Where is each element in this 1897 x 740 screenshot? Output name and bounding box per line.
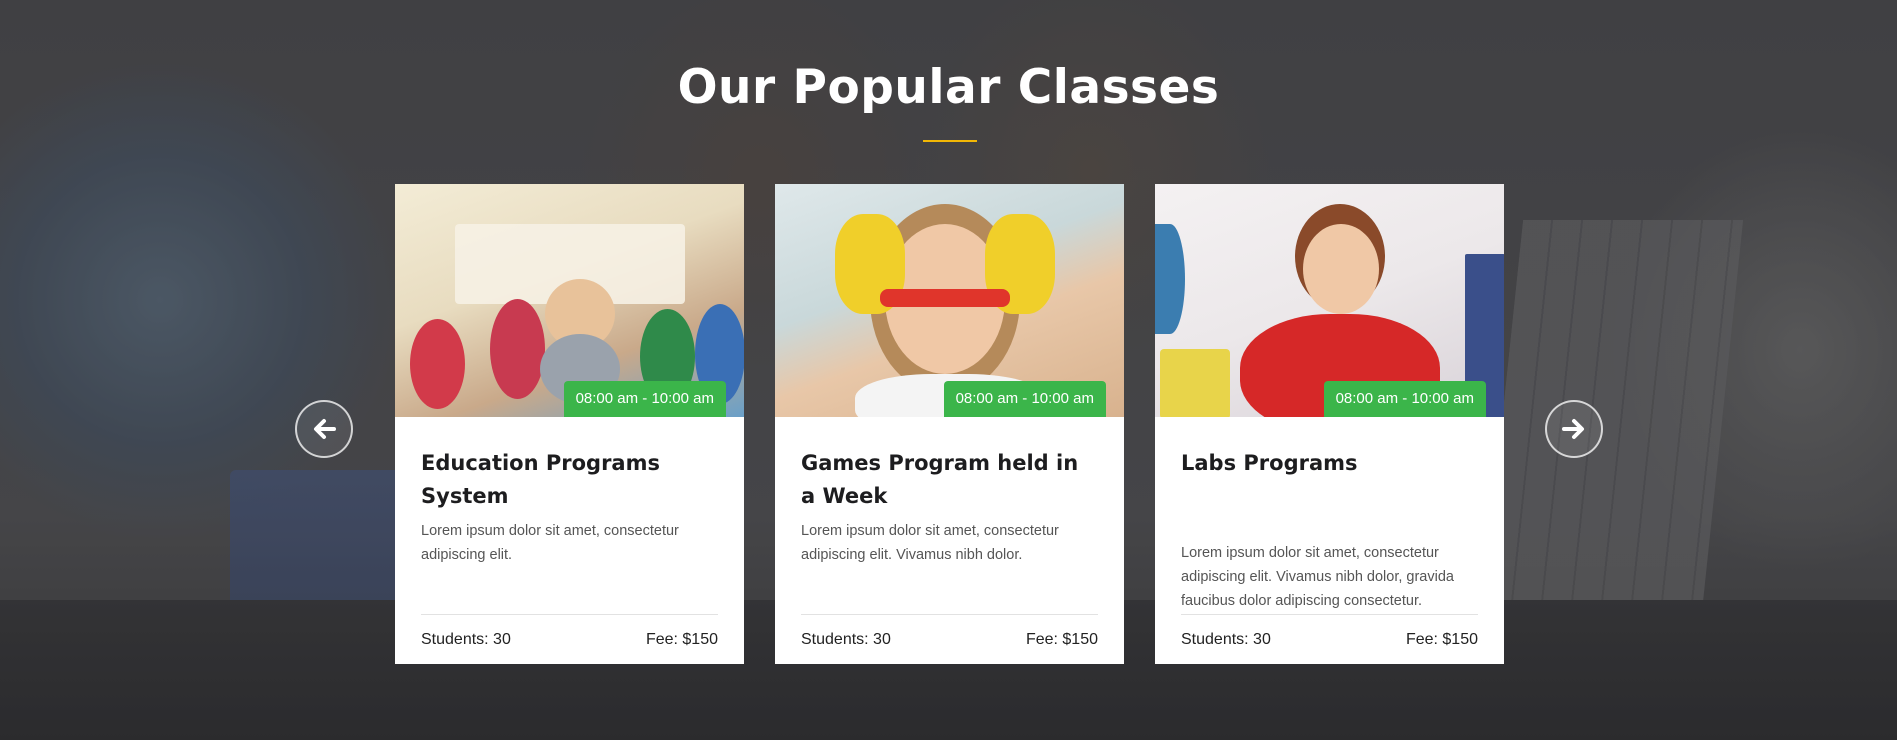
- carousel-next-button[interactable]: [1545, 400, 1603, 458]
- students-count: Students: 30: [801, 630, 891, 648]
- class-meta: Students: 30 Fee: $150: [801, 614, 1098, 664]
- arrow-right-icon: [1562, 419, 1584, 439]
- class-description: Lorem ipsum dolor sit amet, consectetur …: [801, 523, 1059, 563]
- class-meta: Students: 30 Fee: $150: [421, 614, 718, 664]
- time-badge: 08:00 am - 10:00 am: [563, 381, 726, 417]
- arrow-left-icon: [314, 419, 336, 439]
- class-description: Lorem ipsum dolor sit amet, consectetur …: [421, 523, 679, 563]
- class-title[interactable]: Education Programs System: [421, 447, 718, 513]
- class-image: 08:00 am - 10:00 am: [775, 184, 1124, 417]
- class-description: Lorem ipsum dolor sit amet, consectetur …: [1181, 545, 1454, 609]
- class-card[interactable]: 08:00 am - 10:00 am Education Programs S…: [395, 184, 744, 664]
- class-image: 08:00 am - 10:00 am: [395, 184, 744, 417]
- section-title: Our Popular Classes: [677, 60, 1220, 115]
- students-count: Students: 30: [421, 630, 511, 648]
- time-badge: 08:00 am - 10:00 am: [943, 381, 1106, 417]
- time-badge: 08:00 am - 10:00 am: [1323, 381, 1486, 417]
- class-fee: Fee: $150: [1405, 630, 1478, 648]
- class-card[interactable]: 08:00 am - 10:00 am Games Program held i…: [775, 184, 1124, 664]
- class-title[interactable]: Games Program held in a Week: [801, 447, 1098, 513]
- title-underline: [923, 140, 977, 142]
- class-card[interactable]: 08:00 am - 10:00 am Labs Programs Lorem …: [1155, 184, 1504, 664]
- class-image: 08:00 am - 10:00 am: [1155, 184, 1504, 417]
- students-count: Students: 30: [1181, 630, 1271, 648]
- class-fee: Fee: $150: [645, 630, 718, 648]
- class-title[interactable]: Labs Programs: [1181, 447, 1478, 513]
- class-fee: Fee: $150: [1025, 630, 1098, 648]
- carousel-prev-button[interactable]: [295, 400, 353, 458]
- class-meta: Students: 30 Fee: $150: [1181, 614, 1478, 664]
